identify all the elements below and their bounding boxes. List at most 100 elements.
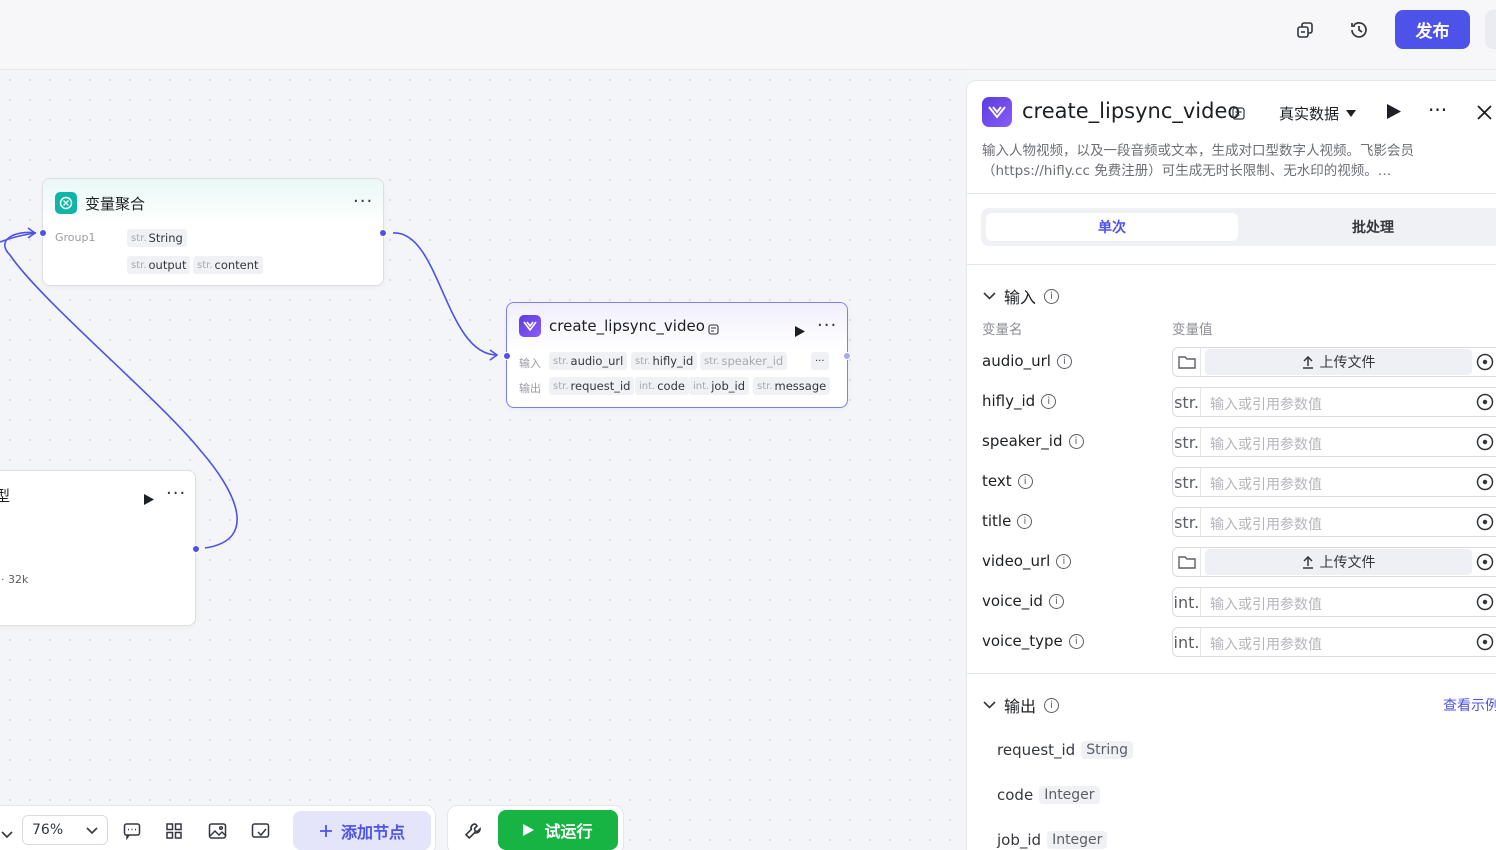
run-icon[interactable] bbox=[1387, 104, 1401, 123]
input-section-title: 输入 bbox=[1004, 288, 1037, 307]
more-inputs-tag[interactable]: ··· bbox=[811, 352, 829, 370]
voice-type-input[interactable]: int. 输入或引用参数值 bbox=[1172, 627, 1496, 657]
add-node-button[interactable]: 添加节点 bbox=[293, 811, 431, 850]
mode-tabs: 单次 批处理 bbox=[981, 208, 1496, 246]
image-icon[interactable] bbox=[204, 818, 230, 844]
type-label: str. bbox=[1173, 468, 1201, 496]
type-label: str. bbox=[1173, 428, 1201, 456]
input-port[interactable] bbox=[39, 229, 47, 237]
field-name: voice_id i bbox=[982, 592, 1064, 610]
variable-ref-icon[interactable] bbox=[1476, 433, 1494, 451]
output-section-title: 输出 bbox=[1004, 697, 1037, 716]
text-input[interactable]: str. 输入或引用参数值 bbox=[1172, 467, 1496, 497]
field-name: voice_type i bbox=[982, 632, 1084, 650]
divider bbox=[967, 264, 1496, 265]
field-name: audio_url i bbox=[982, 352, 1072, 370]
copy-icon[interactable] bbox=[1289, 14, 1321, 46]
output-section-header[interactable]: 输出 i bbox=[983, 693, 1060, 717]
history-icon[interactable] bbox=[1343, 14, 1375, 46]
output-port[interactable] bbox=[379, 229, 387, 237]
group-label: Group1 bbox=[55, 231, 96, 244]
publish-button[interactable]: 发布 bbox=[1395, 10, 1470, 49]
chevron-down-icon bbox=[983, 292, 996, 300]
input-placeholder: 输入或引用参数值 bbox=[1210, 437, 1322, 453]
video-url-input[interactable]: 上传文件 bbox=[1172, 547, 1496, 577]
variable-ref-icon[interactable] bbox=[1476, 393, 1494, 411]
close-icon[interactable] bbox=[1477, 105, 1492, 124]
more-icon[interactable]: ··· bbox=[1428, 100, 1447, 120]
chevron-down-icon bbox=[86, 827, 98, 835]
node-run-icon[interactable] bbox=[144, 490, 154, 509]
node-test-panel: create_lipsync_video 真实数据 ··· 输入人物视频，以及一… bbox=[966, 80, 1496, 850]
llm-node-partial[interactable]: 型 ··· · 32k bbox=[0, 470, 200, 626]
variable-ref-icon[interactable] bbox=[1476, 353, 1494, 371]
column-header-value: 变量值 bbox=[1172, 322, 1213, 338]
voice-id-input[interactable]: int. 输入或引用参数值 bbox=[1172, 587, 1496, 617]
input-port[interactable] bbox=[503, 352, 511, 360]
speaker-id-input[interactable]: str. 输入或引用参数值 bbox=[1172, 427, 1496, 457]
more-button[interactable] bbox=[1485, 10, 1496, 49]
view-example-link[interactable]: 查看示例 bbox=[1443, 695, 1496, 715]
tab-single[interactable]: 单次 bbox=[986, 213, 1238, 241]
test-run-label: 试运行 bbox=[544, 822, 593, 841]
info-icon[interactable]: i bbox=[1044, 288, 1060, 304]
minimap-icon[interactable] bbox=[247, 818, 273, 844]
variable-ref-icon[interactable] bbox=[1476, 553, 1494, 571]
column-header-name: 变量名 bbox=[982, 322, 1023, 338]
title-input[interactable]: str. 输入或引用参数值 bbox=[1172, 507, 1496, 537]
play-icon bbox=[523, 824, 535, 836]
type-label: str. bbox=[1173, 508, 1201, 536]
info-icon[interactable]: i bbox=[1068, 433, 1084, 449]
input-placeholder: 输入或引用参数值 bbox=[1210, 517, 1322, 533]
layout-icon[interactable] bbox=[161, 818, 187, 844]
type-label: int. bbox=[1173, 588, 1201, 616]
variable-ref-icon[interactable] bbox=[1476, 633, 1494, 651]
node-run-icon[interactable] bbox=[795, 322, 805, 341]
info-icon[interactable]: i bbox=[1017, 513, 1033, 529]
output-tag: int. job_id bbox=[689, 377, 749, 395]
input-placeholder: 输入或引用参数值 bbox=[1210, 597, 1322, 613]
workflow-canvas[interactable]: 变量聚合 ··· Group1 str. String str. output st… bbox=[0, 70, 966, 850]
info-icon[interactable]: i bbox=[1056, 553, 1072, 569]
input-section-header[interactable]: 输入 i bbox=[983, 284, 1060, 308]
variable-aggregator-node[interactable]: 变量聚合 ··· Group1 str. String str. output st… bbox=[39, 178, 387, 286]
zoom-value: 76% bbox=[32, 822, 64, 838]
type-tag: String bbox=[1081, 741, 1133, 759]
data-mode-label: 真实数据 bbox=[1279, 105, 1340, 123]
upload-file-button[interactable]: 上传文件 bbox=[1205, 349, 1472, 375]
plugin-badge-icon bbox=[708, 320, 719, 339]
folder-icon bbox=[1173, 548, 1201, 576]
lipsync-node[interactable]: create_lipsync_video ··· 输入 str. audio_ur… bbox=[503, 302, 851, 408]
info-icon[interactable]: i bbox=[1041, 393, 1057, 409]
info-icon[interactable]: i bbox=[1056, 353, 1072, 369]
plugin-icon bbox=[982, 97, 1012, 127]
variable-ref-icon[interactable] bbox=[1476, 593, 1494, 611]
info-icon[interactable]: i bbox=[1068, 633, 1084, 649]
tab-batch[interactable]: 批处理 bbox=[1243, 213, 1496, 241]
test-run-button[interactable]: 试运行 bbox=[498, 810, 618, 850]
comment-icon[interactable] bbox=[119, 818, 145, 844]
info-icon[interactable]: i bbox=[1044, 697, 1060, 713]
hifly-id-input[interactable]: str. 输入或引用参数值 bbox=[1172, 387, 1496, 417]
aggregator-icon bbox=[55, 192, 77, 214]
upload-file-button[interactable]: 上传文件 bbox=[1205, 549, 1472, 575]
node-more-icon[interactable]: ··· bbox=[353, 193, 373, 211]
chevron-down-icon[interactable] bbox=[1, 824, 13, 843]
variable-ref-icon[interactable] bbox=[1476, 513, 1494, 531]
node-more-icon[interactable]: ··· bbox=[817, 317, 837, 335]
wrench-icon[interactable] bbox=[460, 818, 486, 844]
info-icon[interactable]: i bbox=[1017, 473, 1033, 489]
type-label: str. bbox=[1173, 388, 1201, 416]
node-more-icon[interactable]: ··· bbox=[166, 485, 186, 503]
data-mode-select[interactable]: 真实数据 bbox=[1279, 103, 1357, 124]
output-port[interactable] bbox=[843, 352, 851, 360]
audio-url-input[interactable]: 上传文件 bbox=[1172, 347, 1496, 377]
zoom-select[interactable]: 76% bbox=[22, 815, 108, 845]
output-tag: str. content bbox=[193, 256, 263, 274]
variable-ref-icon[interactable] bbox=[1476, 473, 1494, 491]
add-node-label: 添加节点 bbox=[340, 822, 405, 842]
input-tag: str. audio_url bbox=[549, 352, 628, 370]
output-row: job_id Integer bbox=[997, 831, 1108, 849]
output-port[interactable] bbox=[192, 545, 200, 553]
info-icon[interactable]: i bbox=[1048, 593, 1064, 609]
